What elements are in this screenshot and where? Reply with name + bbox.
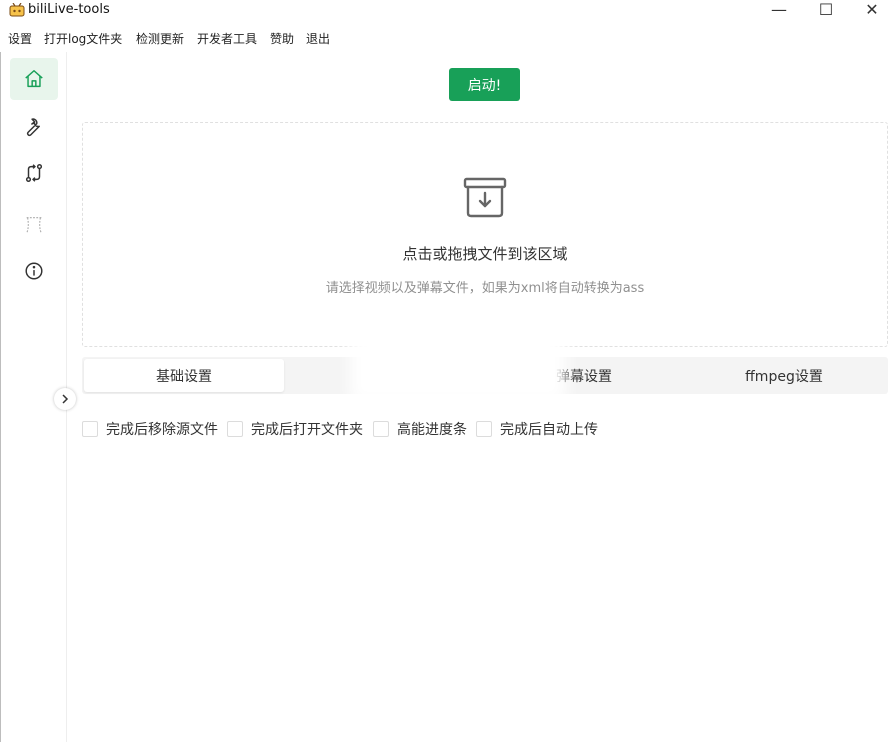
close-button[interactable]: ✕ <box>849 0 894 22</box>
option-label: 完成后自动上传 <box>500 422 598 438</box>
checkbox[interactable] <box>373 421 389 437</box>
menu-check-update[interactable]: 检测更新 <box>136 30 184 47</box>
tab-ffmpeg-settings[interactable]: ffmpeg设置 <box>684 359 884 392</box>
window-title: biliLive-tools <box>28 2 110 17</box>
option-label: 完成后移除源文件 <box>106 422 218 438</box>
curtain-icon <box>26 217 42 234</box>
sidebar-item-home[interactable] <box>10 58 58 100</box>
app-logo-icon <box>9 3 25 17</box>
info-icon <box>25 262 43 280</box>
settings-tabs: 基础设置 弹幕设置 ffmpeg设置 <box>82 331 888 403</box>
start-button[interactable]: 启动! <box>449 68 520 101</box>
menu-open-log-folder[interactable]: 打开log文件夹 <box>44 30 122 47</box>
blur-overlay <box>350 331 566 403</box>
dropzone-hint: 请选择视频以及弹幕文件，如果为xml将自动转换为ass <box>325 281 645 296</box>
option-remove-source[interactable]: 完成后移除源文件 <box>82 419 218 439</box>
title-bar: biliLive-tools — ☐ ✕ <box>0 0 894 22</box>
checkbox[interactable] <box>82 421 98 437</box>
option-label: 完成后打开文件夹 <box>251 422 363 438</box>
option-auto-upload[interactable]: 完成后自动上传 <box>476 419 598 439</box>
option-label: 高能进度条 <box>397 422 467 438</box>
sidebar-item-danmaku[interactable] <box>10 204 58 246</box>
wrench-icon <box>26 118 40 137</box>
sidebar-item-tools[interactable] <box>10 106 58 148</box>
archive-download-icon <box>463 177 507 218</box>
sidebar-item-convert[interactable] <box>10 152 58 194</box>
sidebar-collapse-button[interactable] <box>54 388 76 410</box>
git-compare-icon <box>25 164 43 182</box>
home-icon <box>25 70 43 88</box>
chevron-right-icon <box>62 394 69 404</box>
sidebar-item-about[interactable] <box>10 250 58 292</box>
checkbox[interactable] <box>476 421 492 437</box>
menu-settings[interactable]: 设置 <box>8 30 32 47</box>
menu-exit[interactable]: 退出 <box>306 30 330 47</box>
menu-dev-tools[interactable]: 开发者工具 <box>197 30 257 47</box>
tab-basic-settings[interactable]: 基础设置 <box>84 359 284 392</box>
minimize-button[interactable]: — <box>756 0 802 22</box>
maximize-button[interactable]: ☐ <box>803 0 849 22</box>
file-dropzone[interactable]: 点击或拖拽文件到该区域 请选择视频以及弹幕文件，如果为xml将自动转换为ass <box>82 122 888 347</box>
option-open-folder[interactable]: 完成后打开文件夹 <box>227 419 363 439</box>
option-progress-bar[interactable]: 高能进度条 <box>373 419 467 439</box>
menu-sponsor[interactable]: 赞助 <box>270 30 294 47</box>
dropzone-title: 点击或拖拽文件到该区域 <box>402 245 568 263</box>
checkbox[interactable] <box>227 421 243 437</box>
